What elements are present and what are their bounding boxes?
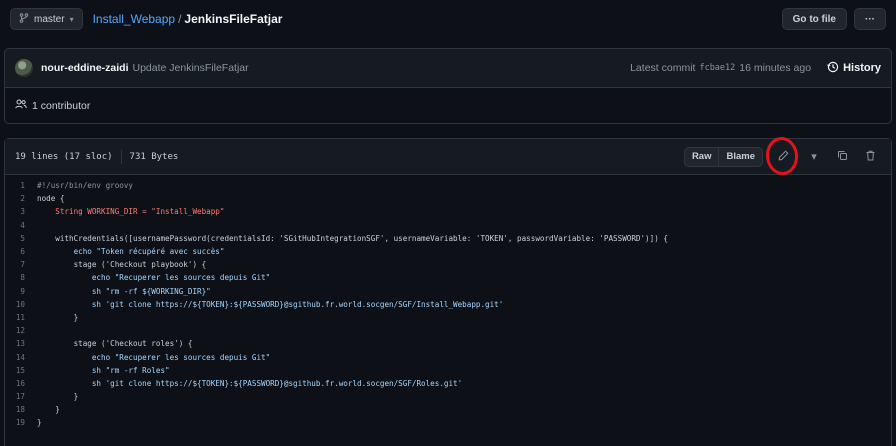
people-icon [15, 99, 27, 112]
line-code: echo "Recuperer les sources depuis Git" [37, 352, 271, 362]
file-size: 731 Bytes [129, 151, 179, 162]
line-code: node { [37, 194, 65, 204]
view-mode-group: Raw Blame [683, 146, 763, 167]
line-code: sh 'git clone https://${TOKEN}:${PASSWOR… [37, 378, 463, 388]
edit-file-button[interactable] [764, 134, 800, 177]
line-code: sh "rm -rf Roles" [37, 365, 170, 375]
highlight-circle-annotation [764, 134, 800, 177]
line-number[interactable]: 15 [5, 366, 37, 375]
code-line: 12 [5, 324, 891, 337]
chevron-down-icon: ▾ [69, 14, 74, 24]
code-line: 16 sh 'git clone https://${TOKEN}:${PASS… [5, 377, 891, 390]
line-number[interactable]: 11 [5, 313, 37, 322]
file-viewer: 19 lines (17 sloc) 731 Bytes Raw Blame ▾ [4, 134, 892, 446]
line-code: stage ('Checkout roles') { [37, 339, 193, 349]
line-code: String WORKING_DIR = "Install_Webapp" [37, 207, 225, 217]
code-line: 5 withCredentials([usernamePassword(cred… [5, 232, 891, 245]
commit-author[interactable]: nour-eddine-zaidi [41, 62, 129, 74]
top-bar: master ▾ Install_Webapp / JenkinsFileFat… [0, 0, 896, 38]
branch-icon [19, 12, 29, 26]
line-number[interactable]: 9 [5, 287, 37, 296]
code-line: 10 sh 'git clone https://${TOKEN}:${PASS… [5, 298, 891, 311]
line-code: #!/usr/bin/env groovy [37, 181, 134, 191]
line-number[interactable]: 2 [5, 194, 37, 203]
line-code: stage ('Checkout playbook') { [37, 260, 207, 270]
more-options-button[interactable]: ··· [854, 8, 886, 30]
chevron-down-icon: ▾ [811, 151, 817, 163]
code-line: 13 stage ('Checkout roles') { [5, 337, 891, 350]
line-code: sh 'git clone https://${TOKEN}:${PASSWOR… [37, 299, 504, 309]
line-number[interactable]: 14 [5, 353, 37, 362]
code-line: 4 [5, 219, 891, 232]
copy-button[interactable] [831, 147, 853, 167]
code-line: 17 } [5, 390, 891, 403]
edit-options-dropdown[interactable]: ▾ [803, 147, 825, 167]
copy-icon [837, 150, 848, 164]
commit-time: 16 minutes ago [739, 62, 812, 74]
line-number[interactable]: 18 [5, 405, 37, 414]
line-code: withCredentials([usernamePassword(creden… [37, 233, 668, 243]
latest-commit-bar: nour-eddine-zaidi Update JenkinsFileFatj… [4, 48, 892, 88]
breadcrumb-separator: / [178, 12, 182, 26]
code-line: 2 node { [5, 192, 891, 205]
contributors-bar: 1 contributor [4, 88, 892, 124]
contributors-count[interactable]: 1 contributor [32, 100, 90, 112]
code-line: 7 stage ('Checkout playbook') { [5, 258, 891, 271]
code-line: 8 echo "Recuperer les sources depuis Git… [5, 271, 891, 284]
file-name: JenkinsFileFatjar [184, 12, 283, 26]
line-number[interactable]: 16 [5, 379, 37, 388]
line-number[interactable]: 5 [5, 234, 37, 243]
line-code: sh "rm -rf ${WORKING_DIR}" [37, 286, 211, 296]
breadcrumb: Install_Webapp / JenkinsFileFatjar [93, 12, 283, 26]
code-line: 6 echo "Token récupéré avec succès" [5, 245, 891, 258]
history-link[interactable]: History [827, 61, 881, 76]
line-number[interactable]: 4 [5, 221, 37, 230]
raw-button[interactable]: Raw [683, 146, 720, 167]
code-line: 11 } [5, 311, 891, 324]
line-number[interactable]: 10 [5, 300, 37, 309]
line-number[interactable]: 13 [5, 339, 37, 348]
line-count: 19 lines (17 sloc) [15, 151, 113, 162]
latest-commit-label: Latest commit [630, 62, 696, 74]
line-code: } [37, 418, 42, 428]
code-view: 1 #!/usr/bin/env groovy 2 node { 3 String … [5, 175, 891, 430]
go-to-file-button[interactable]: Go to file [781, 8, 847, 30]
code-line: 18 } [5, 403, 891, 416]
line-number[interactable]: 17 [5, 392, 37, 401]
history-icon [827, 61, 839, 76]
divider [120, 149, 122, 164]
code-line: 1 #!/usr/bin/env groovy [5, 179, 891, 192]
commit-hash[interactable]: fcbae12 [699, 63, 735, 73]
line-code: echo "Token récupéré avec succès" [37, 247, 225, 257]
code-line: 19} [5, 416, 891, 429]
line-code: } [37, 312, 79, 322]
code-line: 9 sh "rm -rf ${WORKING_DIR}" [5, 285, 891, 298]
line-code: echo "Recuperer les sources depuis Git" [37, 273, 271, 283]
branch-name: master [34, 13, 65, 25]
line-code: } [37, 392, 79, 402]
commit-message[interactable]: Update JenkinsFileFatjar [133, 62, 249, 74]
file-info-bar: 19 lines (17 sloc) 731 Bytes Raw Blame ▾ [5, 134, 891, 177]
line-number[interactable]: 8 [5, 273, 37, 282]
line-number[interactable]: 19 [5, 418, 37, 427]
line-number[interactable]: 7 [5, 260, 37, 269]
line-code: } [37, 405, 60, 415]
blame-button[interactable]: Blame [719, 146, 763, 167]
branch-selector[interactable]: master ▾ [10, 8, 83, 30]
code-line: 3 String WORKING_DIR = "Install_Webapp" [5, 205, 891, 218]
repo-link[interactable]: Install_Webapp [93, 12, 176, 26]
line-number[interactable]: 12 [5, 326, 37, 335]
line-number[interactable]: 3 [5, 207, 37, 216]
history-label: History [843, 62, 881, 74]
delete-button[interactable] [859, 147, 881, 167]
code-line: 14 echo "Recuperer les sources depuis Gi… [5, 350, 891, 363]
trash-icon [865, 150, 876, 164]
avatar[interactable] [15, 59, 33, 77]
line-number[interactable]: 1 [5, 181, 37, 190]
code-line: 15 sh "rm -rf Roles" [5, 364, 891, 377]
line-number[interactable]: 6 [5, 247, 37, 256]
commit-meta: Latest commit fcbae12 16 minutes ago His… [630, 61, 881, 76]
